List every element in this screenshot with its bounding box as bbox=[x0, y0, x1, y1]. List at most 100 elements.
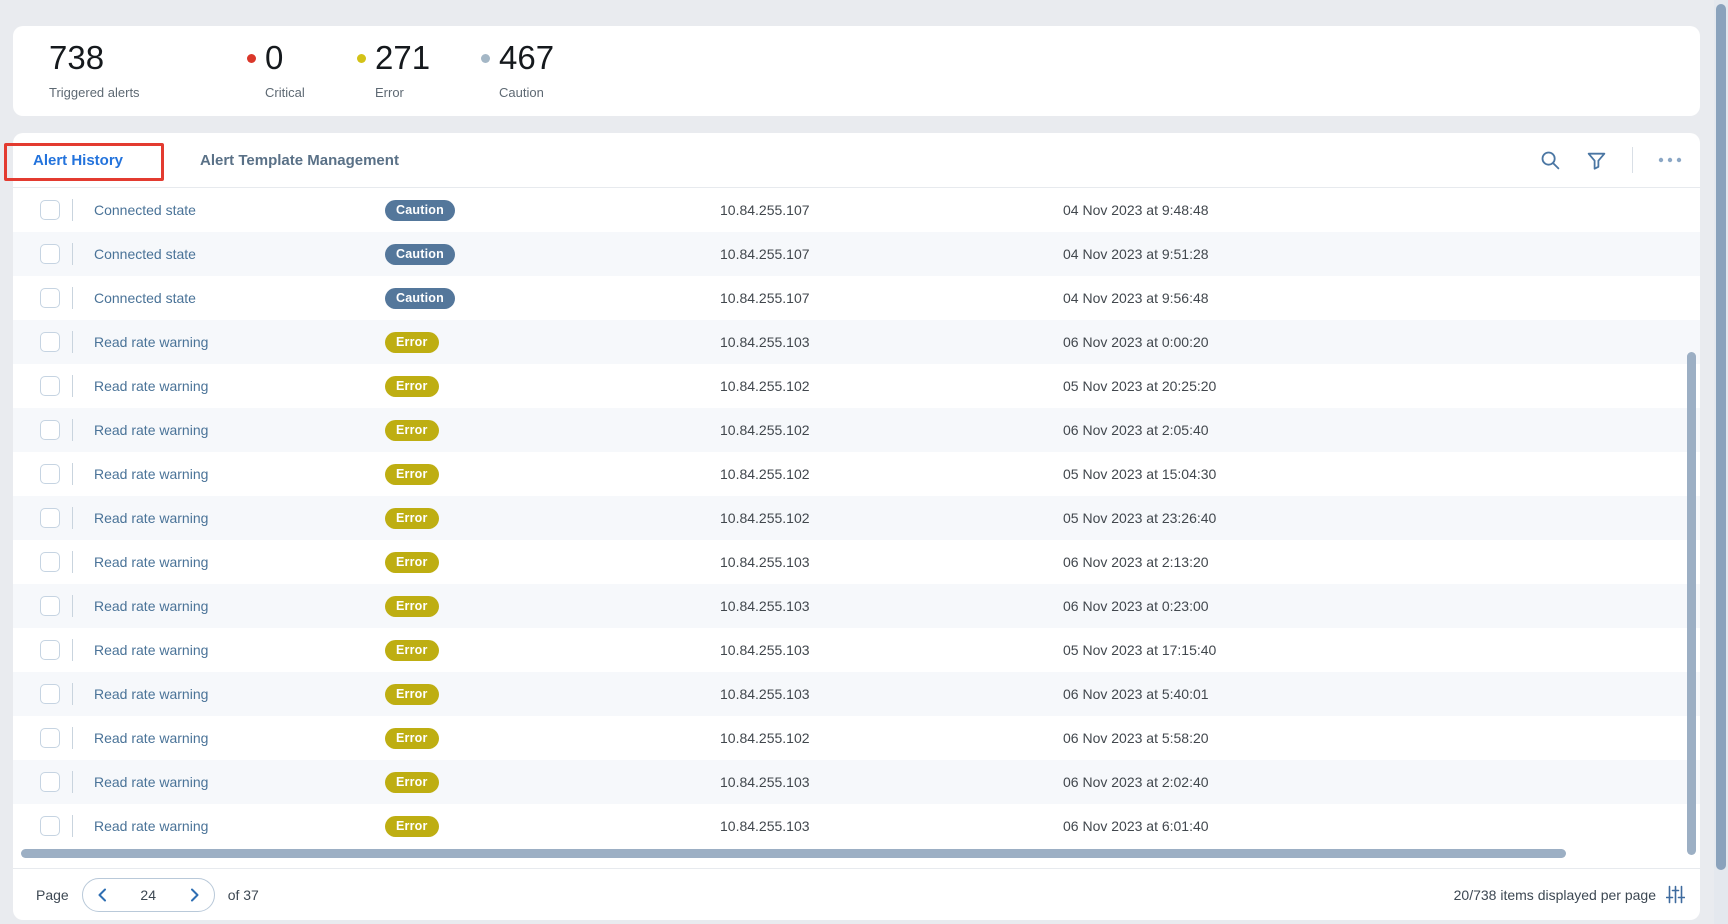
caution-label: Caution bbox=[499, 85, 554, 100]
row-checkbox[interactable] bbox=[40, 464, 60, 484]
chevron-right-icon[interactable] bbox=[188, 887, 201, 903]
row-checkbox[interactable] bbox=[40, 288, 60, 308]
row-divider bbox=[72, 243, 73, 265]
table-row: Read rate warning Error 10.84.255.103 06… bbox=[13, 672, 1700, 716]
row-checkbox[interactable] bbox=[40, 640, 60, 660]
horizontal-scrollbar[interactable] bbox=[21, 849, 1566, 858]
source-ip: 10.84.255.102 bbox=[720, 730, 1063, 746]
table-toolbar bbox=[1540, 133, 1682, 187]
alert-timestamp: 06 Nov 2023 at 0:00:20 bbox=[1063, 334, 1209, 350]
alert-name-link[interactable]: Read rate warning bbox=[94, 642, 385, 658]
severity-badge: Error bbox=[385, 596, 439, 617]
triggered-alerts-label: Triggered alerts bbox=[49, 85, 140, 100]
severity-cell: Error bbox=[385, 332, 720, 353]
alert-rows: Connected state Caution 10.84.255.107 04… bbox=[13, 188, 1700, 848]
search-icon[interactable] bbox=[1540, 150, 1561, 171]
items-per-page-sliders-icon[interactable] bbox=[1666, 885, 1685, 904]
row-checkbox[interactable] bbox=[40, 332, 60, 352]
pagination-bar: Page 24 of 37 20 bbox=[13, 868, 1700, 920]
row-divider bbox=[72, 199, 73, 221]
alerts-page: 738 Triggered alerts 0 Critical 271 Erro… bbox=[0, 0, 1728, 924]
alert-name-link[interactable]: Read rate warning bbox=[94, 422, 385, 438]
toolbar-divider bbox=[1632, 147, 1633, 173]
severity-cell: Error bbox=[385, 464, 720, 485]
row-divider bbox=[72, 815, 73, 837]
row-checkbox[interactable] bbox=[40, 508, 60, 528]
tab-bar: Alert History Alert Template Management bbox=[13, 133, 1700, 188]
alert-name-link[interactable]: Read rate warning bbox=[94, 818, 385, 834]
table-row: Read rate warning Error 10.84.255.103 05… bbox=[13, 628, 1700, 672]
alert-name-link[interactable]: Read rate warning bbox=[94, 466, 385, 482]
severity-cell: Error bbox=[385, 772, 720, 793]
row-divider bbox=[72, 507, 73, 529]
severity-badge: Error bbox=[385, 464, 439, 485]
alert-name-link[interactable]: Read rate warning bbox=[94, 554, 385, 570]
row-checkbox[interactable] bbox=[40, 420, 60, 440]
more-options-icon[interactable] bbox=[1658, 157, 1682, 163]
critical-dot-icon bbox=[247, 54, 256, 63]
alert-timestamp: 04 Nov 2023 at 9:48:48 bbox=[1063, 202, 1209, 218]
row-divider bbox=[72, 331, 73, 353]
table-row: Read rate warning Error 10.84.255.103 06… bbox=[13, 540, 1700, 584]
source-ip: 10.84.255.103 bbox=[720, 642, 1063, 658]
row-checkbox[interactable] bbox=[40, 596, 60, 616]
alert-name-link[interactable]: Read rate warning bbox=[94, 334, 385, 350]
severity-cell: Error bbox=[385, 728, 720, 749]
source-ip: 10.84.255.102 bbox=[720, 466, 1063, 482]
row-divider bbox=[72, 727, 73, 749]
tab-alert-history[interactable]: Alert History bbox=[33, 133, 123, 187]
table-vertical-scrollbar[interactable] bbox=[1687, 352, 1696, 855]
row-divider bbox=[72, 683, 73, 705]
alerts-summary-card: 738 Triggered alerts 0 Critical 271 Erro… bbox=[13, 26, 1700, 116]
row-checkbox[interactable] bbox=[40, 816, 60, 836]
row-checkbox[interactable] bbox=[40, 200, 60, 220]
row-checkbox[interactable] bbox=[40, 772, 60, 792]
severity-cell: Error bbox=[385, 376, 720, 397]
alert-timestamp: 06 Nov 2023 at 2:13:20 bbox=[1063, 554, 1209, 570]
table-row: Read rate warning Error 10.84.255.103 06… bbox=[13, 584, 1700, 628]
table-row: Read rate warning Error 10.84.255.102 06… bbox=[13, 408, 1700, 452]
table-row: Read rate warning Error 10.84.255.102 05… bbox=[13, 452, 1700, 496]
severity-cell: Caution bbox=[385, 288, 720, 309]
alert-name-link[interactable]: Read rate warning bbox=[94, 598, 385, 614]
chevron-left-icon[interactable] bbox=[96, 887, 109, 903]
alert-timestamp: 05 Nov 2023 at 17:15:40 bbox=[1063, 642, 1216, 658]
source-ip: 10.84.255.107 bbox=[720, 202, 1063, 218]
severity-cell: Error bbox=[385, 816, 720, 837]
row-checkbox[interactable] bbox=[40, 684, 60, 704]
row-divider bbox=[72, 551, 73, 573]
row-checkbox[interactable] bbox=[40, 728, 60, 748]
alert-name-link[interactable]: Read rate warning bbox=[94, 774, 385, 790]
severity-badge: Caution bbox=[385, 288, 455, 309]
alert-name-link[interactable]: Read rate warning bbox=[94, 686, 385, 702]
source-ip: 10.84.255.103 bbox=[720, 554, 1063, 570]
alert-name-link[interactable]: Connected state bbox=[94, 202, 385, 218]
table-row: Read rate warning Error 10.84.255.102 05… bbox=[13, 496, 1700, 540]
error-stat: 271 Error bbox=[357, 39, 430, 100]
alert-name-link[interactable]: Read rate warning bbox=[94, 730, 385, 746]
source-ip: 10.84.255.103 bbox=[720, 818, 1063, 834]
row-checkbox[interactable] bbox=[40, 244, 60, 264]
filter-icon[interactable] bbox=[1586, 150, 1607, 171]
severity-cell: Error bbox=[385, 596, 720, 617]
page-scrollbar-thumb[interactable] bbox=[1716, 4, 1726, 870]
row-checkbox[interactable] bbox=[40, 376, 60, 396]
severity-cell: Error bbox=[385, 508, 720, 529]
page-number-input[interactable]: 24 bbox=[133, 887, 163, 903]
items-per-page-text: 20/738 items displayed per page bbox=[1454, 887, 1656, 903]
alert-name-link[interactable]: Read rate warning bbox=[94, 378, 385, 394]
caution-stat: 467 Caution bbox=[481, 39, 554, 100]
severity-badge: Error bbox=[385, 420, 439, 441]
row-divider bbox=[72, 419, 73, 441]
alert-name-link[interactable]: Connected state bbox=[94, 290, 385, 306]
row-checkbox[interactable] bbox=[40, 552, 60, 572]
alert-name-link[interactable]: Connected state bbox=[94, 246, 385, 262]
alert-timestamp: 06 Nov 2023 at 5:40:01 bbox=[1063, 686, 1209, 702]
severity-cell: Caution bbox=[385, 244, 720, 265]
tab-alert-template-management[interactable]: Alert Template Management bbox=[200, 133, 399, 187]
severity-badge: Error bbox=[385, 772, 439, 793]
caution-count: 467 bbox=[499, 39, 554, 77]
table-row: Read rate warning Error 10.84.255.103 06… bbox=[13, 804, 1700, 848]
source-ip: 10.84.255.103 bbox=[720, 334, 1063, 350]
alert-name-link[interactable]: Read rate warning bbox=[94, 510, 385, 526]
